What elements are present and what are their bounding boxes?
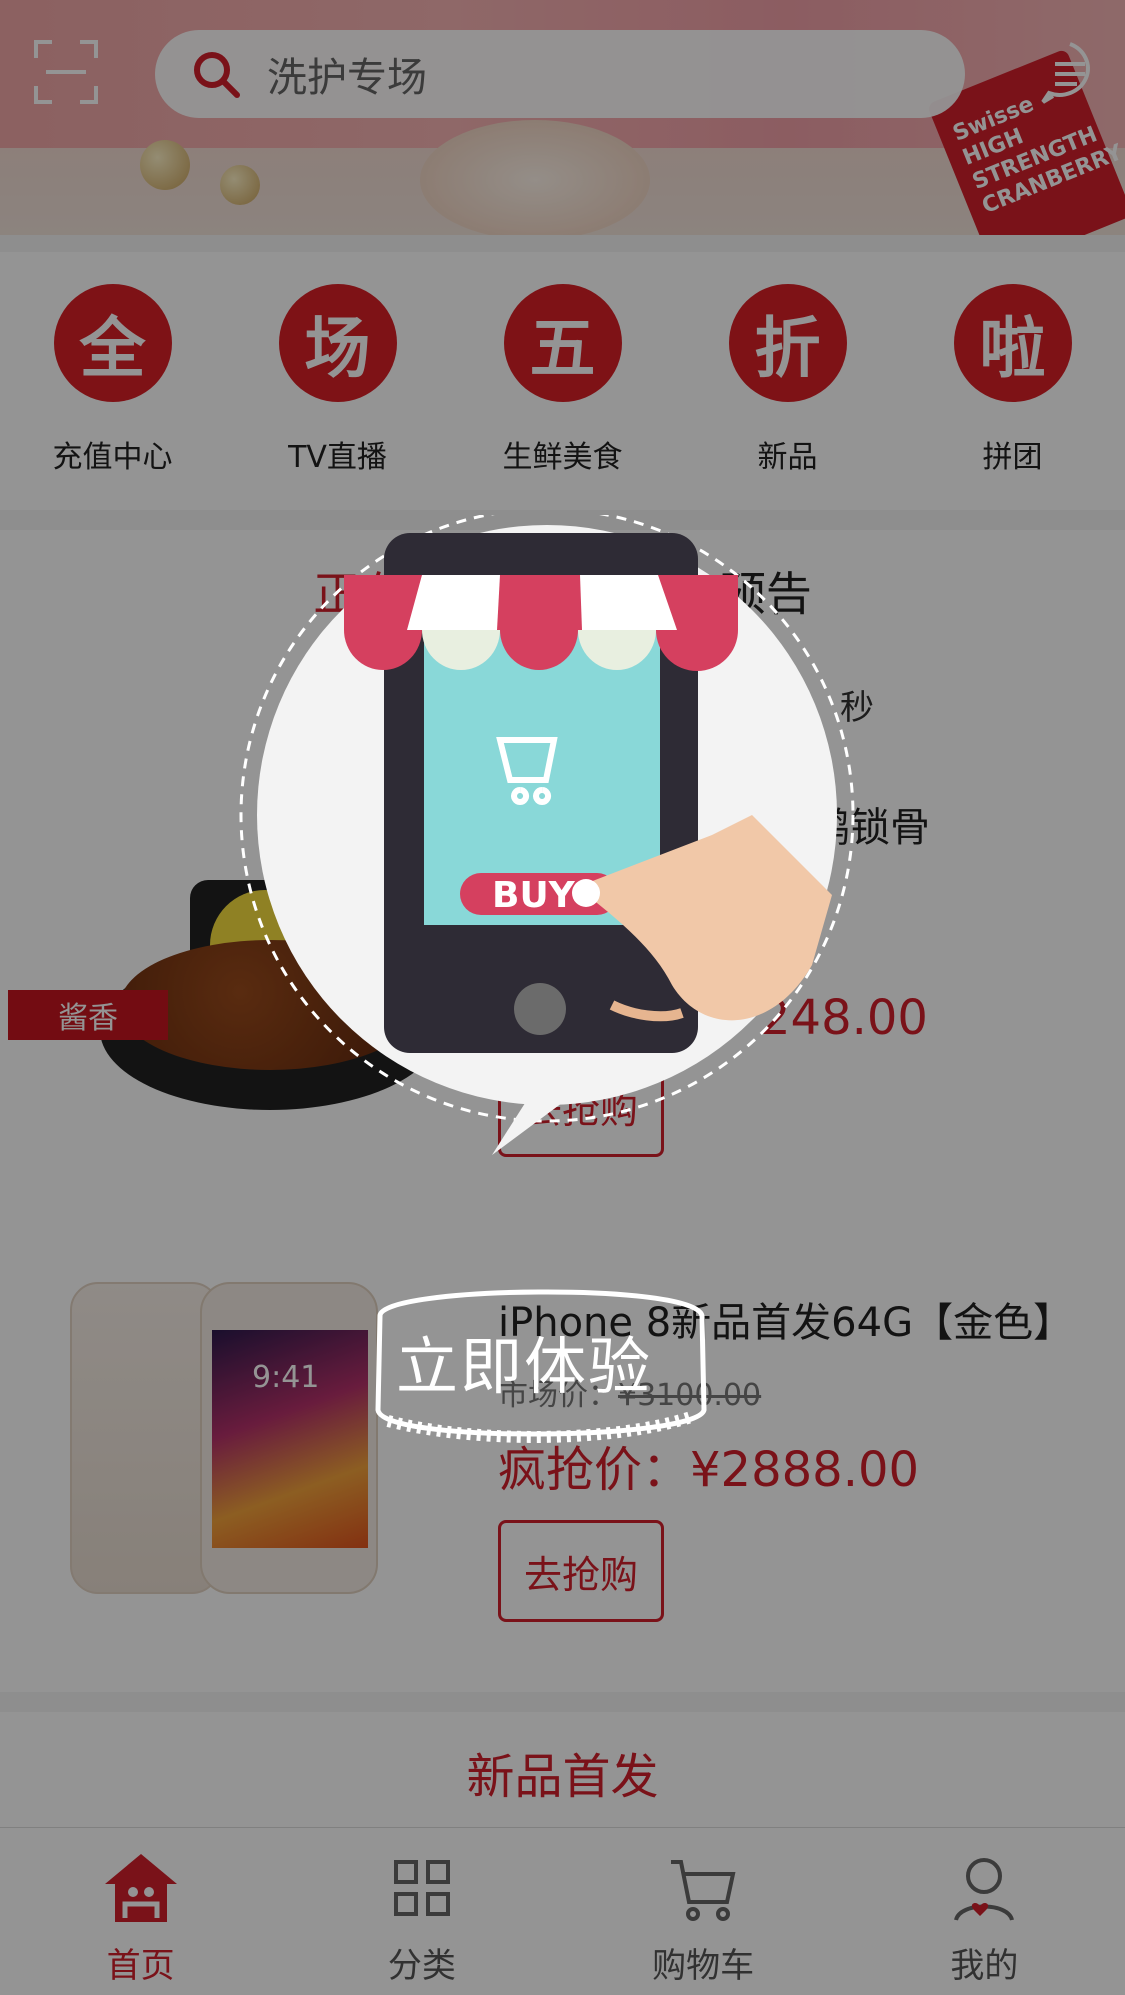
shop-illustration: BUY	[239, 515, 855, 1155]
start-experience-label: 立即体验	[396, 1330, 653, 1403]
buy-label: BUY	[492, 875, 576, 916]
